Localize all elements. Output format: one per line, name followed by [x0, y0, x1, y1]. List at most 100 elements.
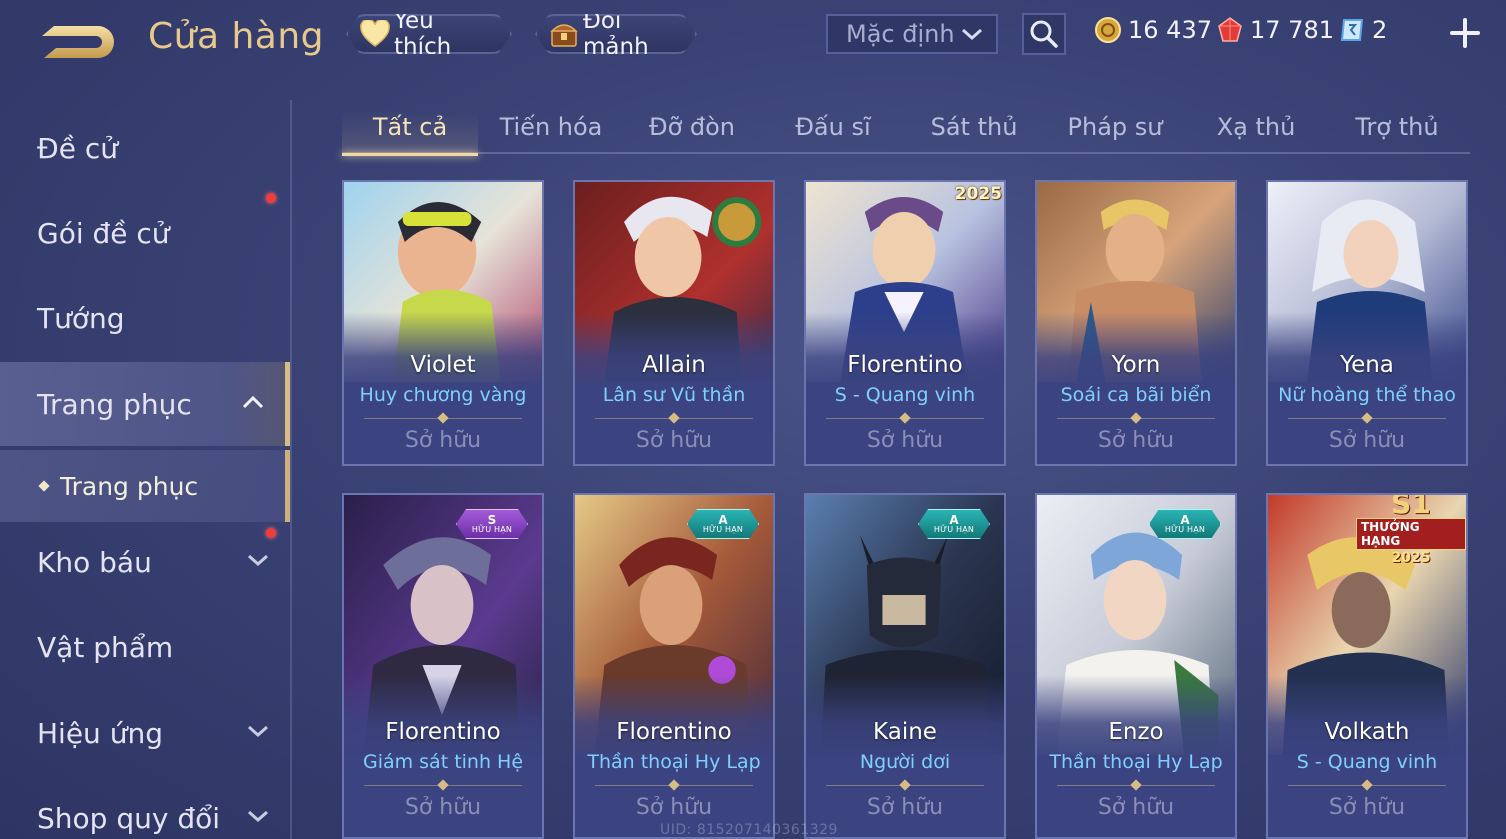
- skin-card[interactable]: 2025 Florentino S - Quang vinh Sở hữu: [804, 180, 1006, 466]
- tab-tank[interactable]: Đỡ đòn: [624, 100, 760, 154]
- sidebar-item-recommended[interactable]: Đề cử: [0, 106, 290, 190]
- skin-name: Thần thoại Hy Lạp: [587, 751, 761, 773]
- sidebar-item-skins[interactable]: Trang phục: [0, 362, 290, 446]
- tab-mage[interactable]: Pháp sư: [1047, 100, 1183, 154]
- sidebar-item-label: Gói đề cử: [37, 216, 170, 250]
- sidebar-item-treasure[interactable]: Kho báu: [0, 520, 290, 604]
- owned-status: Sở hữu: [404, 428, 482, 453]
- ruby-gem-icon: [1216, 16, 1244, 44]
- owned-status: Sở hữu: [1097, 428, 1175, 453]
- sidebar-item-label: Tướng: [37, 301, 125, 335]
- owned-status: Sở hữu: [1097, 795, 1175, 820]
- skin-name: Soái ca bãi biển: [1060, 384, 1212, 406]
- search-button[interactable]: [1022, 13, 1066, 55]
- tab-all[interactable]: Tất cả: [342, 100, 478, 156]
- hero-name: Yena: [1340, 352, 1394, 378]
- hero-name: Kaine: [873, 719, 937, 745]
- rank-label: THƯỞNG HẠNG: [1356, 518, 1466, 550]
- skin-card[interactable]: Yena Nữ hoàng thể thao Sở hữu: [1266, 180, 1468, 466]
- badge-text: HỮU HẠN: [471, 525, 513, 534]
- bullet-diamond-icon: [38, 480, 50, 492]
- top-bar: Cửa hàng Yêu thích Đổi mảnh Mặc định 16 …: [0, 0, 1506, 78]
- limited-grade-badge: A HỮU HẠN: [1149, 509, 1221, 539]
- voucher-icon: [1338, 16, 1366, 44]
- year-badge: 2025: [954, 184, 1002, 204]
- hero-name: Violet: [410, 352, 476, 378]
- tab-support[interactable]: Trợ thủ: [1329, 100, 1465, 154]
- skin-name: S - Quang vinh: [834, 384, 976, 406]
- owned-status: Sở hữu: [866, 795, 944, 820]
- skin-name: Giám sát tinh Hệ: [362, 751, 524, 773]
- tab-fighter[interactable]: Đấu sĩ: [765, 100, 901, 154]
- role-tabs: Tất cả Tiến hóa Đỡ đòn Đấu sĩ Sát thủ Ph…: [342, 100, 1470, 156]
- ruby-balance: 17 781: [1216, 16, 1334, 44]
- skin-grid: Violet Huy chương vàng Sở hữu Allain Lân…: [342, 180, 1470, 839]
- hero-name: Florentino: [616, 719, 732, 745]
- skin-card[interactable]: Violet Huy chương vàng Sở hữu: [342, 180, 544, 466]
- badge-text: HỮU HẠN: [702, 525, 744, 534]
- gold-amount: 16 437: [1128, 16, 1212, 44]
- sidebar-item-heroes[interactable]: Tướng: [0, 276, 290, 360]
- sidebar: Đề cử Gói đề cử Tướng Trang phục Trang p…: [0, 100, 290, 839]
- chevron-down-icon: [248, 725, 268, 738]
- back-arrow-icon[interactable]: [36, 20, 118, 64]
- ruby-amount: 17 781: [1250, 16, 1334, 44]
- shard-exchange-label: Đổi mảnh: [583, 8, 649, 60]
- treasure-chest-icon: [549, 19, 579, 49]
- skin-card[interactable]: Allain Lân sư Vũ thần Sở hữu: [573, 180, 775, 466]
- tab-marksman[interactable]: Xạ thủ: [1188, 100, 1324, 154]
- limited-grade-badge: A HỮU HẠN: [687, 509, 759, 539]
- gold-balance: 16 437: [1094, 16, 1212, 44]
- hero-name: Yorn: [1111, 352, 1161, 378]
- skin-card[interactable]: A HỮU HẠN Enzo Thần thoại Hy Lạp Sở hữu: [1035, 493, 1237, 839]
- card-divider: [364, 779, 522, 791]
- owned-status: Sở hữu: [635, 428, 713, 453]
- chevron-down-icon: [248, 554, 268, 567]
- sidebar-item-label: Đề cử: [37, 131, 118, 165]
- plus-icon[interactable]: [1448, 16, 1482, 50]
- user-id-watermark: UID: 815207140361329: [660, 822, 838, 838]
- sort-dropdown[interactable]: Mặc định: [826, 14, 998, 54]
- hero-name: Allain: [642, 352, 706, 378]
- sidebar-subitem-skins[interactable]: Trang phục: [0, 450, 290, 522]
- voucher-balance: 2: [1338, 16, 1387, 44]
- card-divider: [1057, 412, 1215, 424]
- sidebar-item-recommended-packs[interactable]: Gói đề cử: [0, 191, 290, 275]
- skin-card[interactable]: A HỮU HẠN Kaine Người dơi Sở hữu: [804, 493, 1006, 839]
- sidebar-item-items[interactable]: Vật phẩm: [0, 605, 290, 689]
- card-divider: [595, 412, 753, 424]
- tab-evolution[interactable]: Tiến hóa: [483, 100, 619, 154]
- owned-status: Sở hữu: [404, 795, 482, 820]
- sidebar-item-label: Vật phẩm: [37, 630, 174, 664]
- card-divider: [1288, 412, 1446, 424]
- limited-grade-badge: S HỮU HẠN: [456, 509, 528, 539]
- sidebar-item-effects[interactable]: Hiệu ứng: [0, 691, 290, 775]
- card-divider: [364, 412, 522, 424]
- sidebar-item-label: Trang phục: [37, 387, 192, 421]
- chevron-down-icon: [962, 28, 982, 41]
- skin-card[interactable]: S1 THƯỞNG HẠNG 2025 Volkath S - Quang vi…: [1266, 493, 1468, 839]
- skin-card[interactable]: A HỮU HẠN Florentino Thần thoại Hy Lạp S…: [573, 493, 775, 839]
- badge-text: HỮU HẠN: [1164, 525, 1206, 534]
- tab-assassin[interactable]: Sát thủ: [906, 100, 1042, 154]
- sidebar-subitem-label: Trang phục: [60, 471, 199, 501]
- hero-name: Volkath: [1324, 719, 1410, 745]
- gold-coin-icon: [1094, 16, 1122, 44]
- skin-card[interactable]: S HỮU HẠN Florentino Giám sát tinh Hệ Sở…: [342, 493, 544, 839]
- skin-name: Nữ hoàng thể thao: [1278, 384, 1456, 406]
- rank-season: S1: [1391, 493, 1431, 520]
- owned-status: Sở hữu: [635, 795, 713, 820]
- owned-status: Sở hữu: [866, 428, 944, 453]
- hero-name: Florentino: [847, 352, 963, 378]
- skin-name: Lân sư Vũ thần: [602, 384, 746, 406]
- heart-icon: [360, 19, 390, 49]
- sidebar-item-exchange-shop[interactable]: Shop quy đổi: [0, 776, 290, 839]
- skin-card[interactable]: Yorn Soái ca bãi biển Sở hữu: [1035, 180, 1237, 466]
- shard-exchange-button[interactable]: Đổi mảnh: [535, 14, 697, 54]
- chevron-down-icon: [248, 810, 268, 823]
- favorites-button[interactable]: Yêu thích: [346, 14, 512, 54]
- skin-name: Người dơi: [859, 751, 951, 773]
- limited-grade-badge: A HỮU HẠN: [918, 509, 990, 539]
- skin-name: Thần thoại Hy Lạp: [1049, 751, 1223, 773]
- card-divider: [1057, 779, 1215, 791]
